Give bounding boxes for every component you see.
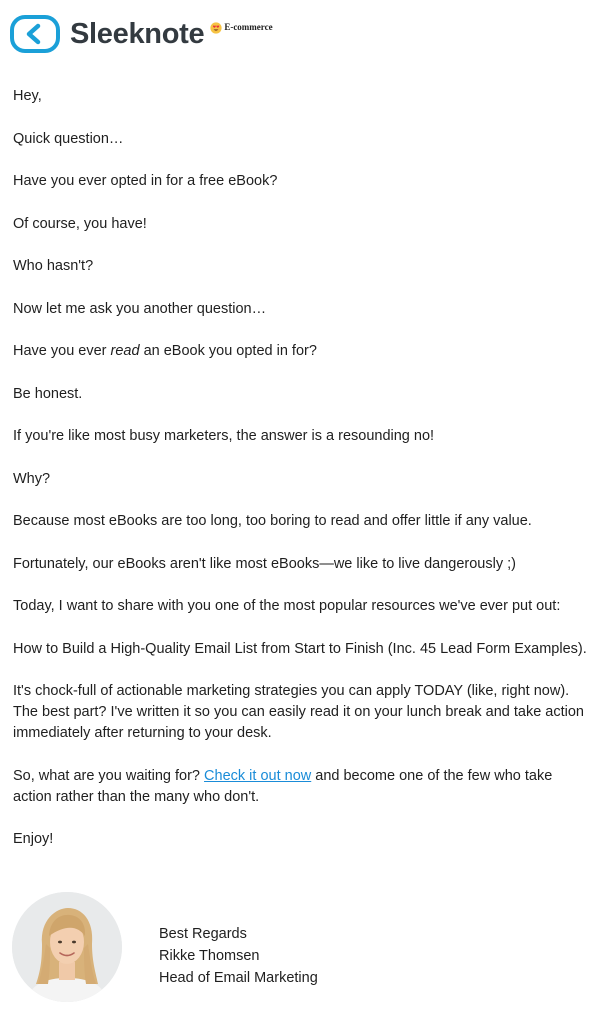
- text-fragment: So, what are you waiting for?: [13, 767, 205, 784]
- sleeknote-logo-icon: [10, 15, 60, 53]
- ecommerce-badge: E-commerce: [210, 21, 273, 34]
- email-header: Sleeknote E-commerce: [10, 14, 273, 54]
- signature-text: Best Regards Rikke Thomsen Head of Email…: [159, 923, 318, 989]
- paragraph: Fortunately, our eBooks aren't like most…: [13, 555, 516, 572]
- paragraph: Have you ever opted in for a free eBook?: [13, 173, 278, 189]
- paragraph: Who hasn't?: [13, 258, 94, 274]
- badge-label: E-commerce: [224, 22, 273, 32]
- paragraph: Of course, you have!: [13, 215, 147, 232]
- cta-paragraph: So, what are you waiting for? Check it o…: [13, 766, 588, 808]
- email-page: Sleeknote E-commerce Hey, Quick question…: [0, 0, 600, 1017]
- sign-off: Best Regards: [159, 926, 247, 942]
- paragraph: Quick question…: [13, 130, 124, 147]
- text-fragment: Have you ever: [13, 343, 111, 359]
- emphasis-text: read: [110, 343, 140, 359]
- paragraph: Now let me ask you another question…: [13, 300, 267, 317]
- sender-name: Rikke Thomsen: [159, 948, 260, 964]
- email-body: Hey, Quick question… Have you ever opted…: [13, 86, 588, 872]
- avatar: [12, 892, 122, 1002]
- signature-block: Best Regards Rikke Thomsen Head of Email…: [12, 892, 592, 1002]
- heart-eyes-emoji-icon: [210, 21, 222, 34]
- ebook-title: How to Build a High-Quality Email List f…: [13, 640, 587, 657]
- brand-name: Sleeknote: [70, 17, 205, 50]
- paragraph: Today, I want to share with you one of t…: [13, 598, 561, 614]
- paragraph: Be honest.: [13, 385, 83, 402]
- text-fragment: an eBook you opted in for?: [139, 343, 317, 359]
- paragraph: If you're like most busy marketers, the …: [13, 428, 435, 444]
- paragraph: It's chock-full of actionable marketing …: [13, 683, 585, 741]
- paragraph: Why?: [13, 470, 51, 487]
- sender-title: Head of Email Marketing: [159, 970, 318, 986]
- paragraph: Because most eBooks are too long, too bo…: [13, 513, 532, 529]
- check-it-out-link[interactable]: Check it out now: [204, 768, 311, 784]
- greeting: Hey,: [13, 88, 42, 104]
- closing: Enjoy!: [13, 831, 54, 847]
- paragraph: Have you ever read an eBook you opted in…: [13, 341, 588, 362]
